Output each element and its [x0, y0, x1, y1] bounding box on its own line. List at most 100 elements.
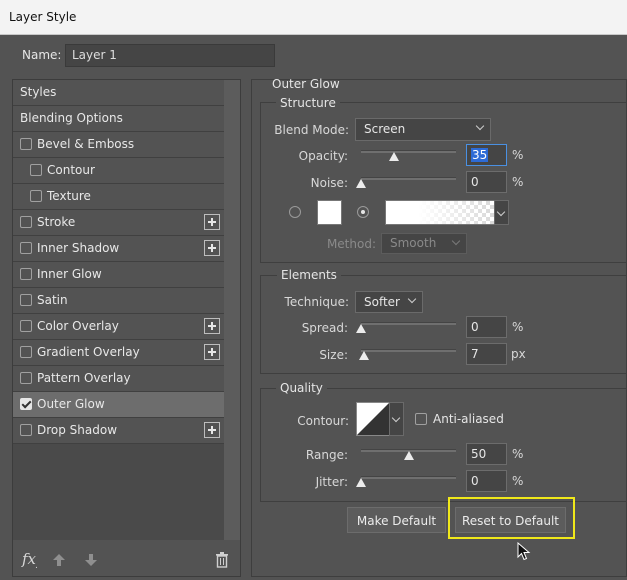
style-item-label: Outer Glow — [37, 397, 105, 411]
opacity-slider-thumb[interactable] — [389, 152, 400, 161]
jitter-input[interactable]: 0 — [466, 470, 507, 492]
method-select: Smooth — [381, 233, 467, 254]
style-checkbox[interactable] — [30, 190, 42, 202]
size-input[interactable]: 7 — [466, 343, 507, 365]
noise-slider-track[interactable] — [361, 177, 456, 180]
style-item[interactable]: Inner Shadow — [13, 236, 224, 262]
style-checkbox[interactable] — [20, 372, 32, 384]
styles-footer: fx . — [13, 540, 240, 576]
gradient-dropdown[interactable] — [494, 200, 509, 225]
style-item-label: Contour — [47, 163, 95, 177]
elements-title: Elements — [277, 268, 341, 282]
layer-name-input[interactable]: Layer 1 — [65, 44, 275, 67]
contour-label: Contour: — [297, 414, 349, 428]
size-label: Size: — [319, 348, 348, 362]
spread-input[interactable]: 0 — [466, 316, 507, 338]
style-item-label: Satin — [37, 293, 68, 307]
style-checkbox[interactable] — [20, 346, 32, 358]
range-unit: % — [512, 447, 524, 461]
style-item[interactable]: Contour — [13, 158, 224, 184]
reset-to-default-button[interactable]: Reset to Default — [455, 507, 566, 533]
style-item[interactable]: Color Overlay — [13, 314, 224, 340]
style-item[interactable]: Blending Options — [13, 106, 224, 132]
styles-panel: Styles Blending Options Bevel & Emboss Cont… — [12, 79, 241, 577]
panel-title: Outer Glow — [272, 77, 340, 91]
styles-scrollbar[interactable] — [224, 80, 240, 576]
chevron-down-icon — [451, 236, 461, 246]
size-slider-thumb[interactable] — [358, 351, 369, 360]
style-checkbox[interactable] — [20, 242, 32, 254]
technique-label: Technique: — [284, 295, 349, 309]
svg-text:.: . — [35, 561, 38, 569]
jitter-unit: % — [512, 474, 524, 488]
contour-dropdown[interactable] — [389, 402, 404, 436]
style-item[interactable]: Styles — [13, 80, 224, 106]
add-style-icon[interactable] — [204, 318, 220, 334]
style-item[interactable]: Outer Glow — [13, 392, 224, 418]
move-up-icon[interactable] — [52, 553, 66, 567]
anti-aliased-checkbox[interactable] — [415, 413, 427, 425]
style-checkbox[interactable] — [20, 294, 32, 306]
add-style-icon[interactable] — [204, 214, 220, 230]
opacity-slider-track[interactable] — [361, 150, 456, 153]
style-checkbox[interactable] — [30, 164, 42, 176]
fx-icon[interactable]: fx . — [20, 549, 40, 569]
style-item[interactable]: Satin — [13, 288, 224, 314]
technique-select[interactable]: Softer — [355, 291, 423, 313]
title-bar — [0, 0, 627, 35]
style-item-label: Gradient Overlay — [37, 345, 140, 359]
style-item-label: Drop Shadow — [37, 423, 118, 437]
noise-input[interactable]: 0 — [466, 171, 507, 193]
size-slider-track[interactable] — [361, 349, 456, 352]
make-default-button[interactable]: Make Default — [347, 507, 446, 533]
anti-aliased-label: Anti-aliased — [433, 412, 504, 426]
quality-title: Quality — [276, 381, 327, 395]
opacity-unit: % — [512, 148, 524, 162]
jitter-slider-thumb[interactable] — [356, 478, 366, 487]
style-item-label: Bevel & Emboss — [37, 137, 135, 151]
style-item[interactable]: Drop Shadow — [13, 418, 224, 444]
style-checkbox[interactable] — [20, 320, 32, 332]
style-item-label: Stroke — [37, 215, 76, 229]
move-down-icon[interactable] — [84, 553, 98, 567]
opacity-input[interactable]: 35 — [466, 144, 507, 166]
color-radio[interactable] — [289, 206, 301, 218]
style-item[interactable]: Inner Glow — [13, 262, 224, 288]
style-item-label: Color Overlay — [37, 319, 119, 333]
gradient-swatch[interactable] — [385, 200, 495, 225]
opacity-label: Opacity: — [298, 149, 348, 163]
style-item[interactable]: Pattern Overlay — [13, 366, 224, 392]
add-style-icon[interactable] — [204, 240, 220, 256]
glow-color-swatch[interactable] — [317, 200, 342, 225]
chevron-down-icon — [407, 294, 417, 304]
style-checkbox[interactable] — [20, 398, 32, 410]
style-checkbox[interactable] — [20, 268, 32, 280]
range-input[interactable]: 50 — [466, 443, 507, 465]
spread-slider-track[interactable] — [361, 322, 456, 325]
noise-slider-thumb[interactable] — [356, 179, 366, 188]
mouse-cursor-icon — [517, 542, 531, 561]
style-checkbox[interactable] — [20, 138, 32, 150]
trash-icon[interactable] — [215, 552, 229, 568]
style-item[interactable]: Texture — [13, 184, 224, 210]
add-style-icon[interactable] — [204, 344, 220, 360]
style-item[interactable]: Bevel & Emboss — [13, 132, 224, 158]
noise-label: Noise: — [310, 176, 348, 190]
spread-slider-thumb[interactable] — [356, 324, 366, 333]
style-checkbox[interactable] — [20, 216, 32, 228]
method-label: Method: — [326, 237, 376, 251]
style-item[interactable]: Stroke — [13, 210, 224, 236]
chevron-down-icon — [475, 121, 485, 131]
size-unit: px — [511, 347, 526, 361]
contour-preview[interactable] — [356, 402, 390, 436]
style-checkbox[interactable] — [20, 424, 32, 436]
style-item[interactable]: Gradient Overlay — [13, 340, 224, 366]
spread-unit: % — [512, 320, 524, 334]
blend-mode-select[interactable]: Screen — [355, 118, 491, 141]
add-style-icon[interactable] — [204, 422, 220, 438]
spread-label: Spread: — [301, 321, 348, 335]
gradient-radio[interactable] — [357, 206, 369, 218]
range-slider-thumb[interactable] — [403, 451, 414, 460]
jitter-slider-track[interactable] — [361, 476, 456, 479]
blend-mode-label: Blend Mode: — [274, 123, 349, 137]
